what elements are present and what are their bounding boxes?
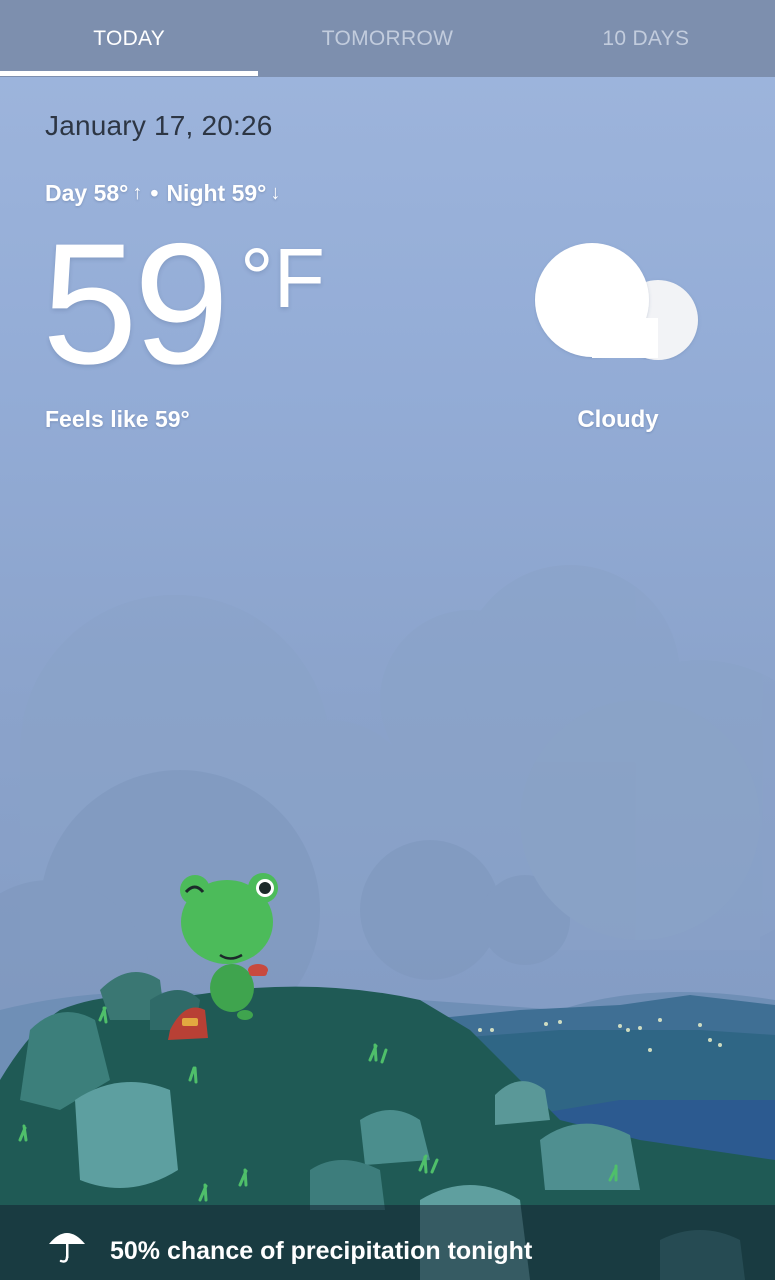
temperature-unit: °F [240, 231, 325, 325]
condition-label: Cloudy [577, 406, 659, 433]
tab-tomorrow[interactable]: TOMORROW [258, 0, 516, 77]
day-night-temps: Day 58° ↑ • Night 59° ↓ [45, 180, 280, 207]
umbrella-icon [49, 1233, 85, 1263]
active-tab-indicator [0, 71, 258, 76]
current-temperature: 59 [42, 208, 229, 400]
day-temp: Day 58° [45, 180, 129, 206]
separator-dot: • [150, 180, 159, 206]
tab-10-days[interactable]: 10 DAYS [517, 0, 775, 77]
feels-like: Feels like 59° [45, 406, 190, 432]
arrow-up-icon: ↑ [132, 182, 143, 204]
frog-scene-illustration [0, 565, 775, 1280]
weather-screen: TODAY TOMORROW 10 DAYS January 17, 20:26… [0, 0, 775, 1280]
tab-today[interactable]: TODAY [0, 0, 258, 77]
arrow-down-icon: ↓ [270, 182, 281, 204]
cloud-icon [535, 243, 698, 360]
night-temp: Night 59° [166, 180, 267, 206]
date-time: January 17, 20:26 [45, 110, 273, 141]
tab-bar: TODAY TOMORROW 10 DAYS [0, 0, 775, 77]
precipitation-text: 50% chance of precipitation tonight [110, 1237, 533, 1265]
